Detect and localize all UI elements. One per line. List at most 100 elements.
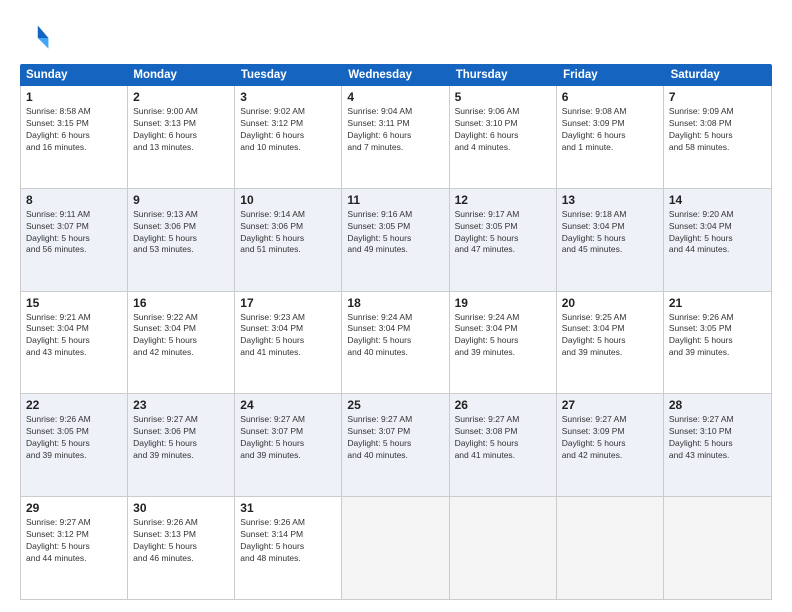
calendar-cell: 13 Sunrise: 9:18 AMSunset: 3:04 PMDayligh…: [557, 189, 664, 291]
calendar-cell: 10 Sunrise: 9:14 AMSunset: 3:06 PMDayligh…: [235, 189, 342, 291]
calendar: SundayMondayTuesdayWednesdayThursdayFrid…: [20, 64, 772, 600]
header: [20, 18, 772, 54]
day-number: 12: [455, 193, 551, 207]
cell-info: Sunrise: 9:16 AMSunset: 3:05 PMDaylight:…: [347, 209, 443, 257]
cell-info: Sunrise: 9:27 AMSunset: 3:12 PMDaylight:…: [26, 517, 122, 565]
calendar-cell: 11 Sunrise: 9:16 AMSunset: 3:05 PMDayligh…: [342, 189, 449, 291]
day-number: 21: [669, 296, 766, 310]
day-number: 2: [133, 90, 229, 104]
calendar-cell: 28 Sunrise: 9:27 AMSunset: 3:10 PMDayligh…: [664, 394, 771, 496]
cell-info: Sunrise: 9:04 AMSunset: 3:11 PMDaylight:…: [347, 106, 443, 154]
calendar-cell: 31 Sunrise: 9:26 AMSunset: 3:14 PMDayligh…: [235, 497, 342, 599]
cell-info: Sunrise: 9:24 AMSunset: 3:04 PMDaylight:…: [455, 312, 551, 360]
day-number: 24: [240, 398, 336, 412]
cell-info: Sunrise: 9:09 AMSunset: 3:08 PMDaylight:…: [669, 106, 766, 154]
calendar-cell: 12 Sunrise: 9:17 AMSunset: 3:05 PMDayligh…: [450, 189, 557, 291]
calendar-cell: [664, 497, 771, 599]
calendar-cell: 25 Sunrise: 9:27 AMSunset: 3:07 PMDayligh…: [342, 394, 449, 496]
week-row: 29 Sunrise: 9:27 AMSunset: 3:12 PMDayligh…: [21, 497, 771, 599]
cell-info: Sunrise: 9:08 AMSunset: 3:09 PMDaylight:…: [562, 106, 658, 154]
calendar-cell: 9 Sunrise: 9:13 AMSunset: 3:06 PMDaylight…: [128, 189, 235, 291]
day-number: 9: [133, 193, 229, 207]
cell-info: Sunrise: 9:06 AMSunset: 3:10 PMDaylight:…: [455, 106, 551, 154]
calendar-cell: 6 Sunrise: 9:08 AMSunset: 3:09 PMDaylight…: [557, 86, 664, 188]
cell-info: Sunrise: 9:26 AMSunset: 3:05 PMDaylight:…: [669, 312, 766, 360]
week-row: 15Sunrise: 9:21 AMSunset: 3:04 PMDayligh…: [21, 292, 771, 395]
day-number: 16: [133, 296, 229, 310]
week-row: 8 Sunrise: 9:11 AMSunset: 3:07 PMDaylight…: [21, 189, 771, 292]
day-number: 5: [455, 90, 551, 104]
logo-icon: [20, 22, 52, 54]
day-number: 23: [133, 398, 229, 412]
calendar-cell: 29 Sunrise: 9:27 AMSunset: 3:12 PMDayligh…: [21, 497, 128, 599]
calendar-cell: 8 Sunrise: 9:11 AMSunset: 3:07 PMDaylight…: [21, 189, 128, 291]
day-number: 7: [669, 90, 766, 104]
cell-info: Sunrise: 9:18 AMSunset: 3:04 PMDaylight:…: [562, 209, 658, 257]
calendar-cell: [342, 497, 449, 599]
calendar-header: SundayMondayTuesdayWednesdayThursdayFrid…: [20, 64, 772, 86]
calendar-cell: 30 Sunrise: 9:26 AMSunset: 3:13 PMDayligh…: [128, 497, 235, 599]
calendar-cell: 19Sunrise: 9:24 AMSunset: 3:04 PMDayligh…: [450, 292, 557, 394]
day-number: 8: [26, 193, 122, 207]
header-cell-saturday: Saturday: [665, 64, 772, 86]
calendar-cell: 3 Sunrise: 9:02 AMSunset: 3:12 PMDaylight…: [235, 86, 342, 188]
day-number: 4: [347, 90, 443, 104]
cell-info: Sunrise: 9:27 AMSunset: 3:10 PMDaylight:…: [669, 414, 766, 462]
cell-info: Sunrise: 9:14 AMSunset: 3:06 PMDaylight:…: [240, 209, 336, 257]
cell-info: Sunrise: 9:26 AMSunset: 3:14 PMDaylight:…: [240, 517, 336, 565]
cell-info: Sunrise: 9:25 AMSunset: 3:04 PMDaylight:…: [562, 312, 658, 360]
logo: [20, 22, 56, 54]
day-number: 6: [562, 90, 658, 104]
cell-info: Sunrise: 9:11 AMSunset: 3:07 PMDaylight:…: [26, 209, 122, 257]
day-number: 30: [133, 501, 229, 515]
day-number: 20: [562, 296, 658, 310]
header-cell-sunday: Sunday: [20, 64, 127, 86]
day-number: 17: [240, 296, 336, 310]
day-number: 10: [240, 193, 336, 207]
day-number: 25: [347, 398, 443, 412]
calendar-cell: 27Sunrise: 9:27 AMSunset: 3:09 PMDayligh…: [557, 394, 664, 496]
header-cell-monday: Monday: [127, 64, 234, 86]
calendar-cell: 1 Sunrise: 8:58 AMSunset: 3:15 PMDaylight…: [21, 86, 128, 188]
day-number: 29: [26, 501, 122, 515]
header-cell-tuesday: Tuesday: [235, 64, 342, 86]
day-number: 11: [347, 193, 443, 207]
cell-info: Sunrise: 9:17 AMSunset: 3:05 PMDaylight:…: [455, 209, 551, 257]
day-number: 15: [26, 296, 122, 310]
calendar-page: SundayMondayTuesdayWednesdayThursdayFrid…: [0, 0, 792, 612]
day-number: 14: [669, 193, 766, 207]
calendar-cell: 20 Sunrise: 9:25 AMSunset: 3:04 PMDayligh…: [557, 292, 664, 394]
cell-info: Sunrise: 9:26 AMSunset: 3:13 PMDaylight:…: [133, 517, 229, 565]
week-row: 22Sunrise: 9:26 AMSunset: 3:05 PMDayligh…: [21, 394, 771, 497]
cell-info: Sunrise: 8:58 AMSunset: 3:15 PMDaylight:…: [26, 106, 122, 154]
day-number: 31: [240, 501, 336, 515]
cell-info: Sunrise: 9:27 AMSunset: 3:07 PMDaylight:…: [347, 414, 443, 462]
cell-info: Sunrise: 9:02 AMSunset: 3:12 PMDaylight:…: [240, 106, 336, 154]
day-number: 1: [26, 90, 122, 104]
calendar-cell: [450, 497, 557, 599]
cell-info: Sunrise: 9:22 AMSunset: 3:04 PMDaylight:…: [133, 312, 229, 360]
header-cell-wednesday: Wednesday: [342, 64, 449, 86]
day-number: 13: [562, 193, 658, 207]
header-cell-thursday: Thursday: [450, 64, 557, 86]
cell-info: Sunrise: 9:13 AMSunset: 3:06 PMDaylight:…: [133, 209, 229, 257]
day-number: 3: [240, 90, 336, 104]
day-number: 27: [562, 398, 658, 412]
calendar-body: 1 Sunrise: 8:58 AMSunset: 3:15 PMDaylight…: [20, 86, 772, 600]
cell-info: Sunrise: 9:00 AMSunset: 3:13 PMDaylight:…: [133, 106, 229, 154]
calendar-cell: [557, 497, 664, 599]
calendar-cell: 5 Sunrise: 9:06 AMSunset: 3:10 PMDaylight…: [450, 86, 557, 188]
cell-info: Sunrise: 9:24 AMSunset: 3:04 PMDaylight:…: [347, 312, 443, 360]
day-number: 22: [26, 398, 122, 412]
calendar-cell: 16 Sunrise: 9:22 AMSunset: 3:04 PMDayligh…: [128, 292, 235, 394]
cell-info: Sunrise: 9:27 AMSunset: 3:07 PMDaylight:…: [240, 414, 336, 462]
calendar-cell: 21 Sunrise: 9:26 AMSunset: 3:05 PMDayligh…: [664, 292, 771, 394]
calendar-cell: 2 Sunrise: 9:00 AMSunset: 3:13 PMDaylight…: [128, 86, 235, 188]
day-number: 18: [347, 296, 443, 310]
calendar-cell: 23Sunrise: 9:27 AMSunset: 3:06 PMDayligh…: [128, 394, 235, 496]
day-number: 28: [669, 398, 766, 412]
cell-info: Sunrise: 9:20 AMSunset: 3:04 PMDaylight:…: [669, 209, 766, 257]
cell-info: Sunrise: 9:27 AMSunset: 3:08 PMDaylight:…: [455, 414, 551, 462]
calendar-cell: 18 Sunrise: 9:24 AMSunset: 3:04 PMDayligh…: [342, 292, 449, 394]
calendar-cell: 26Sunrise: 9:27 AMSunset: 3:08 PMDayligh…: [450, 394, 557, 496]
